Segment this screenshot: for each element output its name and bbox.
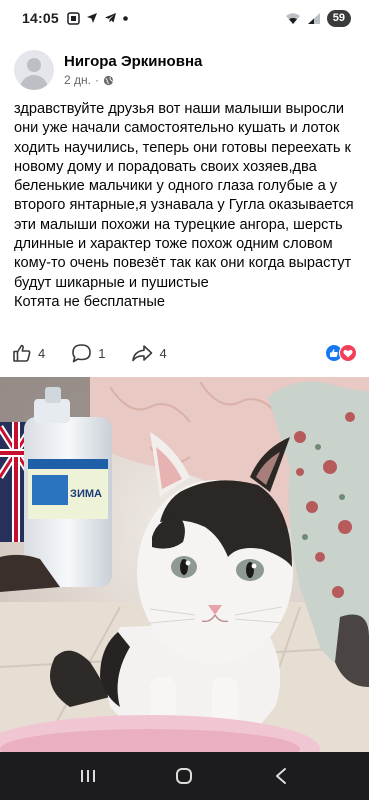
shares-count: 4 xyxy=(159,345,167,361)
meta-separator: · xyxy=(94,73,99,87)
reaction-summary[interactable] xyxy=(325,344,357,362)
share-button[interactable]: 4 xyxy=(131,343,167,363)
recent-apps-icon xyxy=(81,770,96,782)
thumbs-up-icon xyxy=(13,344,31,362)
dot-icon xyxy=(123,15,128,21)
back-icon xyxy=(275,768,286,784)
share-icon xyxy=(132,345,153,362)
post-photo[interactable]: ЗИМА xyxy=(0,377,369,752)
post-time[interactable]: 2 дн. xyxy=(64,73,91,87)
post-text: здравствуйте друзья вот наши малыши выро… xyxy=(14,100,359,312)
post-header: Нигора Эркиновна 2 дн. · xyxy=(0,40,369,100)
comment-button[interactable]: 1 xyxy=(71,343,105,363)
recent-apps-button[interactable] xyxy=(68,756,108,796)
reactions-bar: 4 1 4 xyxy=(0,338,369,368)
gallery-icon xyxy=(67,11,80,25)
status-time: 14:05 xyxy=(22,10,59,26)
status-bar: 14:05 59 xyxy=(0,0,369,36)
comment-icon xyxy=(72,344,92,363)
wifi-icon xyxy=(285,12,300,24)
android-nav-bar xyxy=(0,752,369,800)
post-meta: 2 дн. · xyxy=(64,73,202,87)
post-price-note: Котята не бесплатные xyxy=(14,293,165,310)
author-name[interactable]: Нигора Эркиновна xyxy=(64,53,202,70)
back-button[interactable] xyxy=(261,756,301,796)
home-button[interactable] xyxy=(164,756,204,796)
like-button[interactable]: 4 xyxy=(12,343,45,363)
globe-icon xyxy=(103,75,114,85)
navigation-icon xyxy=(86,13,97,23)
comments-count: 1 xyxy=(98,345,106,361)
home-icon xyxy=(176,768,193,784)
kitten-photo: ЗИМА xyxy=(0,377,369,752)
bottle-label: ЗИМА xyxy=(70,488,102,500)
avatar[interactable] xyxy=(14,50,54,90)
battery-icon: 59 xyxy=(326,9,351,27)
likes-count: 4 xyxy=(38,345,46,361)
telegram-icon xyxy=(104,13,116,23)
post-body: здравствуйте друзья вот наши малыши выро… xyxy=(14,101,354,291)
signal-icon xyxy=(307,12,320,24)
love-reaction-icon xyxy=(339,344,357,362)
